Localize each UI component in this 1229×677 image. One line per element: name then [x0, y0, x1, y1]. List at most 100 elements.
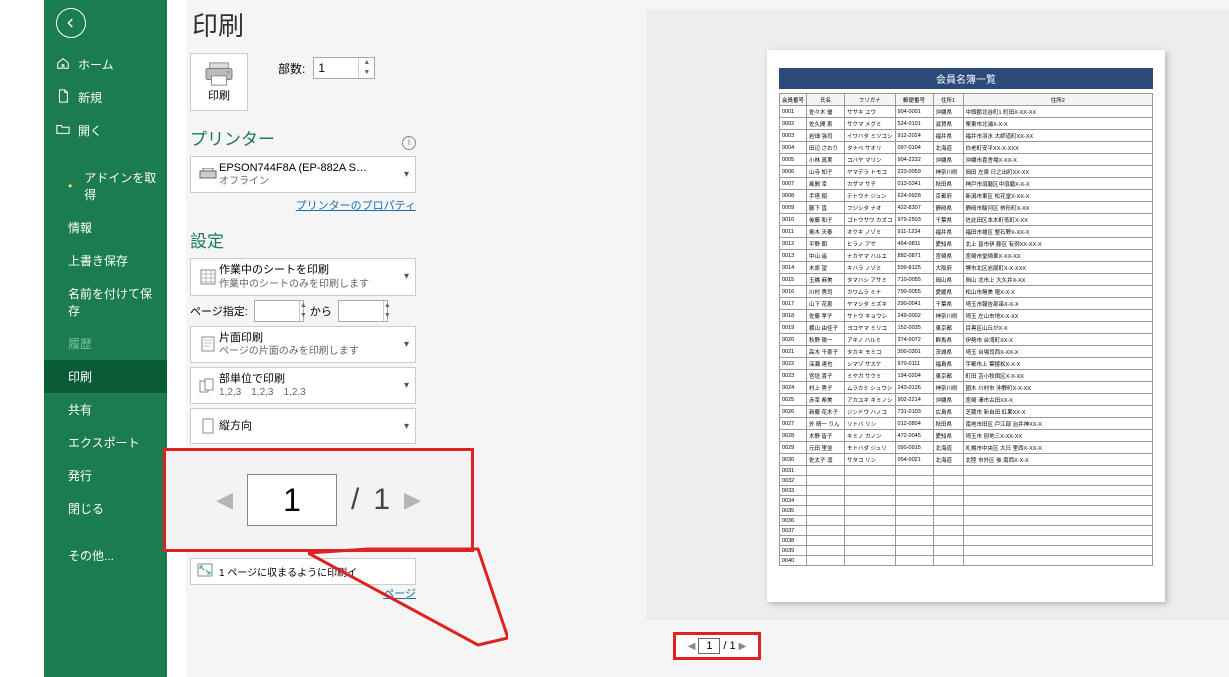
sides-title: 片面印刷 — [219, 331, 404, 345]
page-from-spinner[interactable]: ▲▼ — [254, 300, 304, 322]
sidebar-item-9[interactable]: 共有 — [44, 393, 167, 426]
page-setup-link[interactable]: ページ — [190, 585, 416, 601]
preview-page: 会員名簿一覧 会員番号氏名フリガナ郵便番号住所1住所2 0001佐々木 優ササキ… — [767, 50, 1165, 602]
backstage-sidebar: ホーム新規開くアドインを取得情報上書き保存名前を付けて保存履歴印刷共有エクスポー… — [44, 0, 167, 677]
sidebar-item-label: 名前を付けて保存 — [68, 285, 157, 319]
sidebar-item-12[interactable]: 閉じる — [44, 492, 167, 525]
table-row: 0013中山 遥ナカヤマ ハルエ882-0871宮崎県宮崎市堂崎車X-XX-XX — [780, 250, 1153, 262]
table-row: 0017山下 花恵ヤマシタ ミズキ290-0041千葉県埼玉市報告部串X-X-X — [780, 298, 1153, 310]
page-slash: / — [723, 640, 726, 652]
table-row: 0001佐々木 優ササキ ユウ904-0001沖縄県中頭郡北谷町1 町田X-XX… — [780, 106, 1153, 118]
sidebar-item-10[interactable]: エクスポート — [44, 426, 167, 459]
page-range-kara: から — [310, 303, 332, 319]
open-icon — [56, 122, 70, 139]
copies-down[interactable]: ▼ — [359, 68, 374, 78]
table-row: 0007風間 幸カザマ サチ013-0341秋田県神戸市須磨区中須磨X-X-X — [780, 178, 1153, 190]
sidebar-item-label: 上書き保存 — [68, 252, 128, 269]
page-next-button[interactable]: ▶ — [739, 641, 747, 652]
scaling-select[interactable]: 1 ページに収まるように印刷イ — [190, 558, 416, 585]
print-preview: 会員名簿一覧 会員番号氏名フリガナ郵便番号住所1住所2 0001佐々木 優ササキ… — [646, 10, 1229, 620]
fit-page-icon — [197, 563, 219, 580]
page-prev-button[interactable]: ◀ — [688, 641, 696, 652]
table-row: 0026新藤 花木子ジンドウ ハノコ731-0103広島県芝蔵市 新自田 紅果X… — [780, 406, 1153, 418]
table-row: 0034 — [780, 496, 1153, 506]
sidebar-item-5[interactable]: 上書き保存 — [44, 244, 167, 277]
print-button[interactable]: 印刷 — [190, 53, 248, 111]
table-row: 0035 — [780, 506, 1153, 516]
sidebar-item-8[interactable]: 印刷 — [44, 360, 167, 393]
table-row: 0015玉橋 麻美タマハシ アサミ710-0055岡山県岡山 北市上 大久井X-… — [780, 274, 1153, 286]
sidebar-item-7[interactable]: 履歴 — [44, 327, 167, 360]
sidebar-item-2[interactable]: 開く — [44, 114, 167, 147]
sidebar-item-label: 閉じる — [68, 500, 104, 517]
sidebar-item-4[interactable]: 情報 — [44, 211, 167, 244]
printer-select[interactable]: EPSON744F8A (EP-882A S… オフライン ▾ — [190, 156, 416, 193]
page-total: 1 — [729, 640, 735, 652]
page-range-row: ページ指定: ▲▼ から ▲▼ — [190, 300, 416, 322]
collate-select[interactable]: 部単位で印刷1,2,3 1,2,3 1,2,3 ▾ — [190, 367, 416, 404]
table-row: 0012平野 朝ヒラノ アサ464-0811愛知県北上 皆市伊 藤区 有例XX-… — [780, 238, 1153, 250]
table-row: 0033 — [780, 486, 1153, 496]
orient-title: 縦方向 — [219, 419, 404, 433]
table-row: 0037 — [780, 526, 1153, 536]
sidebar-item-label: 発行 — [68, 467, 92, 484]
sidebar-item-3[interactable]: アドインを取得 — [44, 161, 167, 211]
zoom-next-button[interactable]: ▶ — [404, 487, 421, 513]
printer-status: オフライン — [219, 175, 404, 188]
table-row: 0028木野 皆子キミノ カノン472-0045愛知県埼玉市 別地三X-XX-X… — [780, 430, 1153, 442]
zoom-prev-button[interactable]: ◀ — [216, 487, 233, 513]
chevron-down-icon: ▾ — [404, 339, 409, 350]
page-from-input[interactable] — [255, 304, 299, 318]
print-scope-select[interactable]: 作業中のシートを印刷作業中のシートのみを印刷します ▾ — [190, 258, 416, 295]
collate-icon — [197, 378, 219, 394]
page-nav-zoom-callout: ◀ / 1 ▶ — [163, 448, 474, 552]
table-row: 0010後藤 和子ゴトウサワ カズコ979-2503千葉県佐此田区本木町低町X-… — [780, 214, 1153, 226]
sheet-icon — [197, 269, 219, 285]
sidebar-item-0[interactable]: ホーム — [44, 48, 167, 81]
table-row: 0036 — [780, 516, 1153, 526]
table-row: 0016川村 秀司カワムラ ミナ790-0055愛媛県松山市無美 壇X-X-X — [780, 286, 1153, 298]
printer-properties-link[interactable]: プリンターのプロパティ — [190, 197, 416, 213]
copies-input[interactable] — [314, 61, 358, 75]
table-row: 0031 — [780, 466, 1153, 476]
back-button[interactable] — [56, 8, 86, 38]
settings-heading: 設定 — [190, 227, 416, 252]
chevron-down-icon: ▾ — [404, 271, 409, 282]
printer-info-icon[interactable]: i — [402, 136, 416, 150]
scope-desc: 作業中のシートのみを印刷します — [219, 278, 404, 291]
sidebar-item-6[interactable]: 名前を付けて保存 — [44, 277, 167, 327]
sidebar-item-11[interactable]: 発行 — [44, 459, 167, 492]
sidebar-item-label: アドインを取得 — [84, 169, 157, 203]
printer-name: EPSON744F8A (EP-882A S… — [219, 161, 404, 175]
sidebar-item-1[interactable]: 新規 — [44, 81, 167, 114]
copies-spinner[interactable]: ▲▼ — [313, 57, 375, 79]
table-row: 0002佐久間 恵サクマ メグミ524-0101滋賀県栗東市北浦X-X-X — [780, 118, 1153, 130]
collate-title: 部単位で印刷 — [219, 372, 404, 386]
copies-up[interactable]: ▲ — [359, 58, 374, 68]
table-row: 0006山寺 知子ヤマデラ トモコ223-0059神奈川県岡田 左泉 日之出町X… — [780, 166, 1153, 178]
scaling-desc: 1 ページに収まるように印刷イ — [219, 564, 409, 579]
orientation-portrait-icon — [197, 418, 219, 434]
sidebar-item-label: 共有 — [68, 401, 92, 418]
sidebar-item-13[interactable]: その他... — [44, 539, 167, 572]
table-header: 郵便番号 — [895, 94, 933, 106]
zoom-total: 1 — [373, 483, 390, 517]
table-row: 0030佐太子 凛サタコ リン054-0021北海道北陸 市外区 後 南西X-X… — [780, 454, 1153, 466]
home-icon — [56, 56, 70, 73]
zoom-page-input[interactable] — [247, 474, 337, 526]
page-current-input[interactable] — [698, 638, 720, 654]
orientation-select[interactable]: 縦方向 ▾ — [190, 408, 416, 444]
page-range-label: ページ指定: — [190, 303, 248, 319]
table-row: 0019横山 由佳子ヨコヤマ ミリコ152-0035東京都目黒区山丘がX-X — [780, 322, 1153, 334]
table-row: 0005小林 真実コバヤ マリン904-2232沖縄県沖縄市喜舎場X-XX-X — [780, 154, 1153, 166]
sidebar-item-label: エクスポート — [68, 434, 140, 451]
page-to-spinner[interactable]: ▲▼ — [338, 300, 388, 322]
table-row: 0029元田 里並モトハダ ジュリ090-0915北海道札幌市中央区 大日 里西… — [780, 442, 1153, 454]
sides-select[interactable]: 片面印刷ページの片面のみを印刷します ▾ — [190, 326, 416, 363]
page-to-input[interactable] — [339, 304, 383, 318]
chevron-down-icon: ▾ — [404, 380, 409, 391]
preview-table: 会員番号氏名フリガナ郵便番号住所1住所2 0001佐々木 優ササキ ユウ904-… — [779, 93, 1153, 566]
scope-title: 作業中のシートを印刷 — [219, 263, 404, 277]
print-button-label: 印刷 — [208, 87, 230, 103]
page-single-icon — [197, 336, 219, 352]
